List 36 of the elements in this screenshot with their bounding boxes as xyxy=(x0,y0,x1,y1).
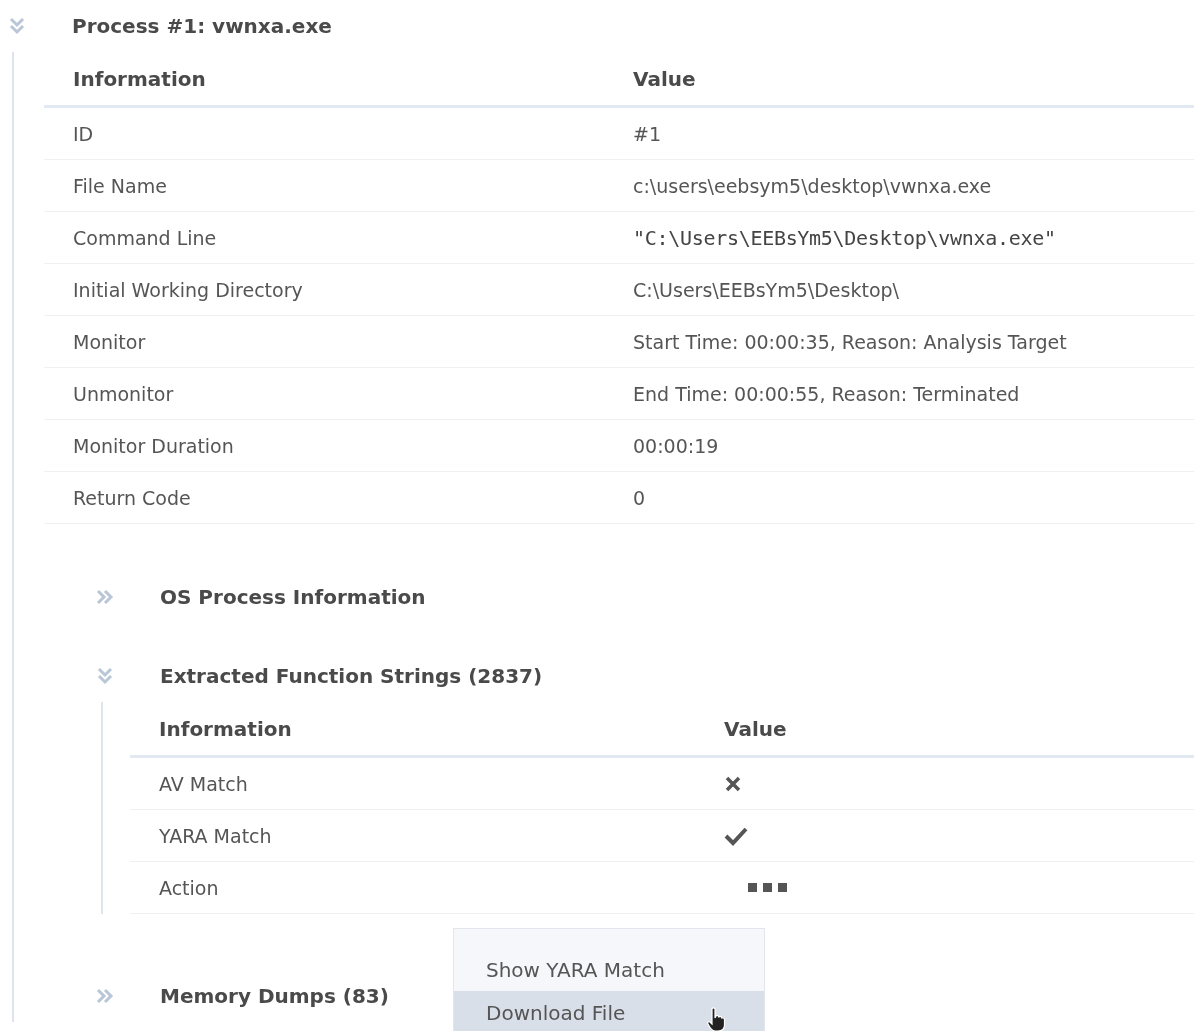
chevron-down-icon[interactable] xyxy=(95,666,115,686)
table-cell: Action xyxy=(130,862,695,914)
table-cell: Monitor Duration xyxy=(44,420,604,472)
table-cell: Unmonitor xyxy=(44,368,604,420)
table-cell: AV Match xyxy=(130,758,695,810)
column-header: Value xyxy=(604,52,1194,108)
menu-item[interactable]: Show YARA Match xyxy=(454,948,764,991)
chevron-right-icon[interactable] xyxy=(95,587,115,607)
table-cell: "C:\Users\EEBsYm5\Desktop\vwnxa.exe" xyxy=(604,212,1194,264)
table-cell: Initial Working Directory xyxy=(44,264,604,316)
table-cell: 00:00:19 xyxy=(604,420,1194,472)
table-cell: 0 xyxy=(604,472,1194,524)
menu-item[interactable]: Download File xyxy=(454,991,764,1031)
chevron-right-icon[interactable] xyxy=(95,986,115,1006)
column-header: Information xyxy=(44,52,604,108)
section-title: OS Process Information xyxy=(160,585,426,609)
table-cell: End Time: 00:00:55, Reason: Terminated xyxy=(604,368,1194,420)
column-header: Information xyxy=(130,702,695,758)
table-cell: C:\Users\EEBsYm5\Desktop\ xyxy=(604,264,1194,316)
table-cell: #1 xyxy=(604,108,1194,160)
table-cell: c:\users\eebsym5\desktop\vwnxa.exe xyxy=(604,160,1194,212)
column-header: Value xyxy=(695,702,1194,758)
table-cell: Return Code xyxy=(44,472,604,524)
table-cell: Command Line xyxy=(44,212,604,264)
table-cell: YARA Match xyxy=(130,810,695,862)
chevron-down-icon[interactable] xyxy=(7,16,27,36)
table-cell: Start Time: 00:00:35, Reason: Analysis Target xyxy=(604,316,1194,368)
section-title: Process #1: vwnxa.exe xyxy=(72,14,332,38)
check-icon xyxy=(724,825,748,846)
cross-icon xyxy=(724,774,742,793)
section-title: Memory Dumps (83) xyxy=(160,984,389,1008)
table-cell: Monitor xyxy=(44,316,604,368)
hand-cursor-icon xyxy=(706,1007,726,1031)
table-cell: File Name xyxy=(44,160,604,212)
table-cell: ID xyxy=(44,108,604,160)
section-title: Extracted Function Strings (2837) xyxy=(160,664,543,688)
